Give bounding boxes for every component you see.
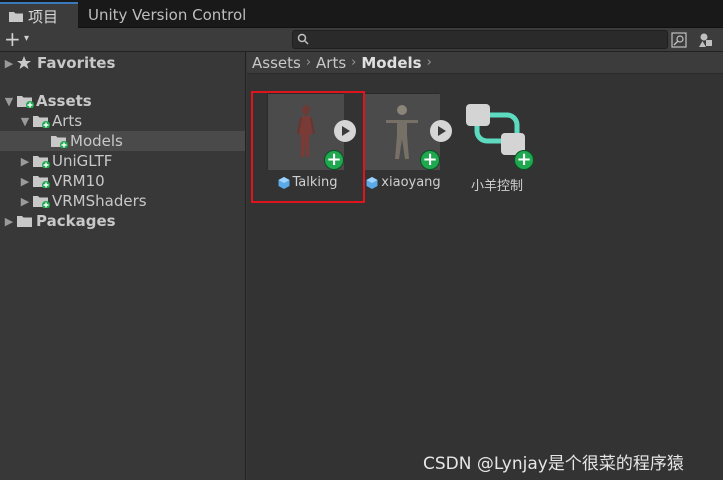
sidebar-item-packages[interactable]: ▶ Packages: [2, 211, 116, 231]
search-icon: [297, 33, 309, 45]
asset-name: xiaoyang: [381, 175, 441, 190]
chevron-right-icon: ›: [305, 55, 312, 70]
breadcrumb-item[interactable]: Arts: [316, 54, 346, 72]
add-badge-icon: +: [420, 150, 440, 170]
folder-icon: [9, 11, 23, 22]
watermark-text: CSDN @Lynjay是个很菜的程序猿: [423, 454, 684, 474]
expand-arrow-icon[interactable]: ▶: [18, 155, 32, 168]
filter-by-label-icon[interactable]: [697, 31, 715, 49]
add-badge-icon: +: [514, 150, 534, 170]
star-icon: [17, 56, 31, 69]
sidebar-item-assets[interactable]: ▼ Assets: [2, 91, 92, 111]
folder-icon: [50, 134, 68, 149]
expand-arrow-icon[interactable]: ▶: [2, 215, 16, 228]
expand-arrow-icon[interactable]: ▶: [2, 57, 16, 70]
breadcrumb: Assets › Arts › Models ›: [247, 52, 723, 74]
chevron-down-icon[interactable]: ▾: [24, 33, 29, 44]
selection-highlight-box: [251, 91, 365, 203]
sidebar-item-label: VRMShaders: [52, 192, 147, 210]
asset-item-controller[interactable]: + 小羊控制: [447, 93, 547, 203]
expand-arrow-icon[interactable]: ▼: [18, 115, 32, 128]
tab-unity-version-control[interactable]: Unity Version Control: [78, 2, 254, 28]
tab-bar: 项目 Unity Version Control: [0, 0, 723, 28]
folder-icon: [32, 114, 50, 129]
folder-icon: [32, 194, 50, 209]
sidebar-item-label: UniGLTF: [52, 152, 113, 170]
sidebar-item-label: Assets: [36, 92, 92, 110]
expand-arrow-icon[interactable]: ▶: [18, 175, 32, 188]
sidebar-item-vrm10[interactable]: ▶ VRM10: [18, 171, 105, 191]
sidebar-item-label: Favorites: [37, 54, 116, 72]
tab-version-control-label: Unity Version Control: [88, 6, 247, 24]
sidebar-item-favorites[interactable]: ▶ Favorites: [2, 53, 116, 73]
sidebar-item-models[interactable]: Models: [0, 131, 245, 151]
add-button[interactable]: +: [4, 29, 21, 49]
sidebar-item-label: Models: [70, 132, 123, 150]
tab-project[interactable]: 项目: [0, 2, 78, 28]
breadcrumb-item[interactable]: Assets: [252, 54, 301, 72]
folder-icon: [32, 174, 50, 189]
sidebar-item-label: VRM10: [52, 172, 105, 190]
folder-icon: [16, 94, 34, 109]
expand-arrow-icon[interactable]: ▶: [18, 195, 32, 208]
folder-icon: [32, 154, 50, 169]
sidebar-item-label: Packages: [36, 212, 116, 230]
sidebar-item-vrmshaders[interactable]: ▶ VRMShaders: [18, 191, 147, 211]
expand-arrow-icon[interactable]: ▼: [2, 95, 16, 108]
sidebar-item-arts[interactable]: ▼ Arts: [18, 111, 82, 131]
prefab-cube-icon: [366, 176, 378, 189]
project-tree: ▶ Favorites ▼ Assets ▼ Arts Models ▶ Uni…: [0, 52, 246, 480]
search-by-type-icon[interactable]: [670, 31, 688, 49]
asset-name: 小羊控制: [470, 179, 523, 194]
sidebar-item-unigltf[interactable]: ▶ UniGLTF: [18, 151, 113, 171]
search-input[interactable]: [292, 30, 668, 49]
asset-label: 小羊控制: [437, 175, 557, 194]
sidebar-item-label: Arts: [52, 112, 83, 130]
chevron-right-icon: ›: [426, 55, 432, 70]
chevron-right-icon: ›: [351, 55, 357, 70]
folder-icon: [16, 214, 34, 228]
tab-project-label: 项目: [28, 7, 59, 26]
breadcrumb-item-current[interactable]: Models: [361, 54, 421, 72]
project-toolbar: + ▾: [0, 28, 723, 52]
